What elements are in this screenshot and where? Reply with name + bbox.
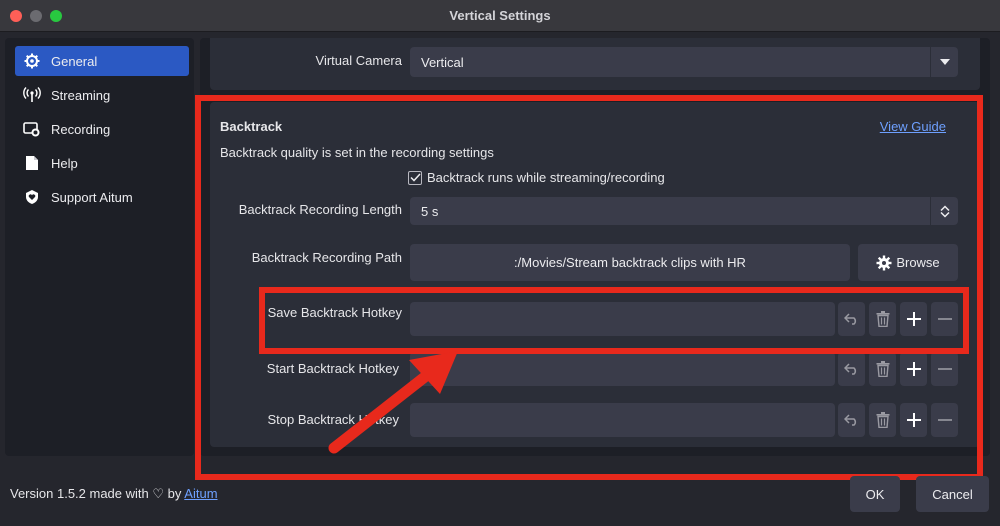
plus-icon bbox=[906, 413, 921, 427]
document-icon bbox=[23, 154, 41, 172]
sidebar-item-help[interactable]: Help bbox=[15, 148, 189, 178]
sidebar-item-label: Help bbox=[51, 155, 78, 171]
window-title: Vertical Settings bbox=[449, 8, 551, 23]
plus-icon bbox=[906, 312, 921, 326]
remove-hotkey-button[interactable] bbox=[931, 403, 958, 437]
checkbox-label: Backtrack runs while streaming/recording bbox=[427, 170, 665, 185]
spin-buttons[interactable] bbox=[930, 197, 958, 225]
plus-icon bbox=[906, 362, 921, 376]
sidebar-item-recording[interactable]: Recording bbox=[15, 114, 189, 144]
remove-hotkey-button[interactable] bbox=[931, 302, 958, 336]
browse-label: Browse bbox=[896, 255, 940, 270]
sidebar: General Streaming Recording Help Support… bbox=[5, 38, 194, 456]
backtrack-path-field[interactable]: :/Movies/Stream backtrack clips with HR bbox=[410, 244, 850, 281]
aitum-link[interactable]: Aitum bbox=[184, 486, 217, 501]
sidebar-item-general[interactable]: General bbox=[15, 46, 189, 76]
gear-icon bbox=[876, 255, 892, 270]
clear-hotkey-button[interactable] bbox=[869, 403, 896, 437]
undo-icon bbox=[843, 313, 856, 325]
save-hotkey-label: Save Backtrack Hotkey bbox=[267, 305, 402, 320]
revert-hotkey-button[interactable] bbox=[838, 352, 865, 386]
by-label: by bbox=[167, 486, 182, 501]
sidebar-item-label: Recording bbox=[51, 121, 111, 137]
sidebar-item-streaming[interactable]: Streaming bbox=[15, 80, 189, 110]
sidebar-item-label: General bbox=[51, 53, 98, 69]
chevron-up-icon[interactable] bbox=[939, 204, 950, 211]
backtrack-always-on-checkbox[interactable]: Backtrack runs while streaming/recording bbox=[408, 170, 665, 185]
sidebar-item-label: Support Aitum bbox=[51, 189, 133, 205]
checkmark-icon bbox=[409, 173, 421, 182]
backtrack-length-spinbox[interactable]: 5 s bbox=[410, 197, 958, 225]
ok-button[interactable]: OK bbox=[850, 476, 900, 512]
trash-icon bbox=[876, 311, 889, 327]
sidebar-item-support-aitum[interactable]: Support Aitum bbox=[15, 182, 189, 212]
stop-hotkey-field[interactable] bbox=[410, 403, 835, 437]
remove-hotkey-button[interactable] bbox=[931, 352, 958, 386]
revert-hotkey-button[interactable] bbox=[838, 302, 865, 336]
add-hotkey-button[interactable] bbox=[900, 352, 927, 386]
version-label: Version 1.5.2 made with bbox=[10, 486, 149, 501]
sidebar-item-label: Streaming bbox=[51, 87, 111, 103]
view-guide-link[interactable]: View Guide bbox=[880, 119, 946, 134]
trash-icon bbox=[876, 361, 889, 377]
heart-icon: ♡ bbox=[152, 486, 165, 501]
gear-icon bbox=[23, 52, 41, 70]
checkbox[interactable] bbox=[408, 170, 422, 185]
settings-content: Virtual Camera Vertical Backtrack View G… bbox=[200, 38, 990, 456]
chevron-down-icon[interactable] bbox=[939, 211, 950, 218]
revert-hotkey-button[interactable] bbox=[838, 403, 865, 437]
minus-icon bbox=[937, 318, 952, 320]
backtrack-note: Backtrack quality is set in the recordin… bbox=[220, 145, 494, 160]
minus-icon bbox=[937, 368, 952, 370]
backtrack-path-label: Backtrack Recording Path bbox=[251, 250, 402, 265]
record-icon bbox=[23, 120, 41, 138]
section-title: Backtrack bbox=[220, 119, 283, 134]
start-hotkey-field[interactable] bbox=[410, 352, 835, 386]
clear-hotkey-button[interactable] bbox=[869, 302, 896, 336]
virtual-camera-label: Virtual Camera bbox=[315, 53, 402, 68]
browse-button[interactable]: Browse bbox=[858, 244, 958, 281]
stop-hotkey-label: Stop Backtrack Hotkey bbox=[267, 412, 400, 427]
heart-shield-icon bbox=[23, 188, 41, 206]
chevron-down-icon bbox=[930, 47, 958, 77]
add-hotkey-button[interactable] bbox=[900, 302, 927, 336]
virtual-camera-value: Vertical bbox=[421, 54, 464, 70]
backtrack-path-value: :/Movies/Stream backtrack clips with HR bbox=[514, 255, 746, 270]
clear-hotkey-button[interactable] bbox=[869, 352, 896, 386]
title-bar: Vertical Settings bbox=[0, 0, 1000, 32]
virtual-camera-select[interactable]: Vertical bbox=[410, 47, 958, 77]
cancel-button[interactable]: Cancel bbox=[916, 476, 989, 512]
start-hotkey-label: Start Backtrack Hotkey bbox=[266, 361, 399, 376]
undo-icon bbox=[843, 414, 856, 426]
undo-icon bbox=[843, 363, 856, 375]
version-text: Version 1.5.2 made with ♡ by Aitum bbox=[10, 486, 218, 502]
save-hotkey-field[interactable] bbox=[410, 302, 835, 336]
backtrack-length-label: Backtrack Recording Length bbox=[238, 202, 402, 217]
add-hotkey-button[interactable] bbox=[900, 403, 927, 437]
minus-icon bbox=[937, 419, 952, 421]
backtrack-length-value: 5 s bbox=[421, 203, 439, 219]
trash-icon bbox=[876, 412, 889, 428]
antenna-icon bbox=[23, 86, 41, 104]
